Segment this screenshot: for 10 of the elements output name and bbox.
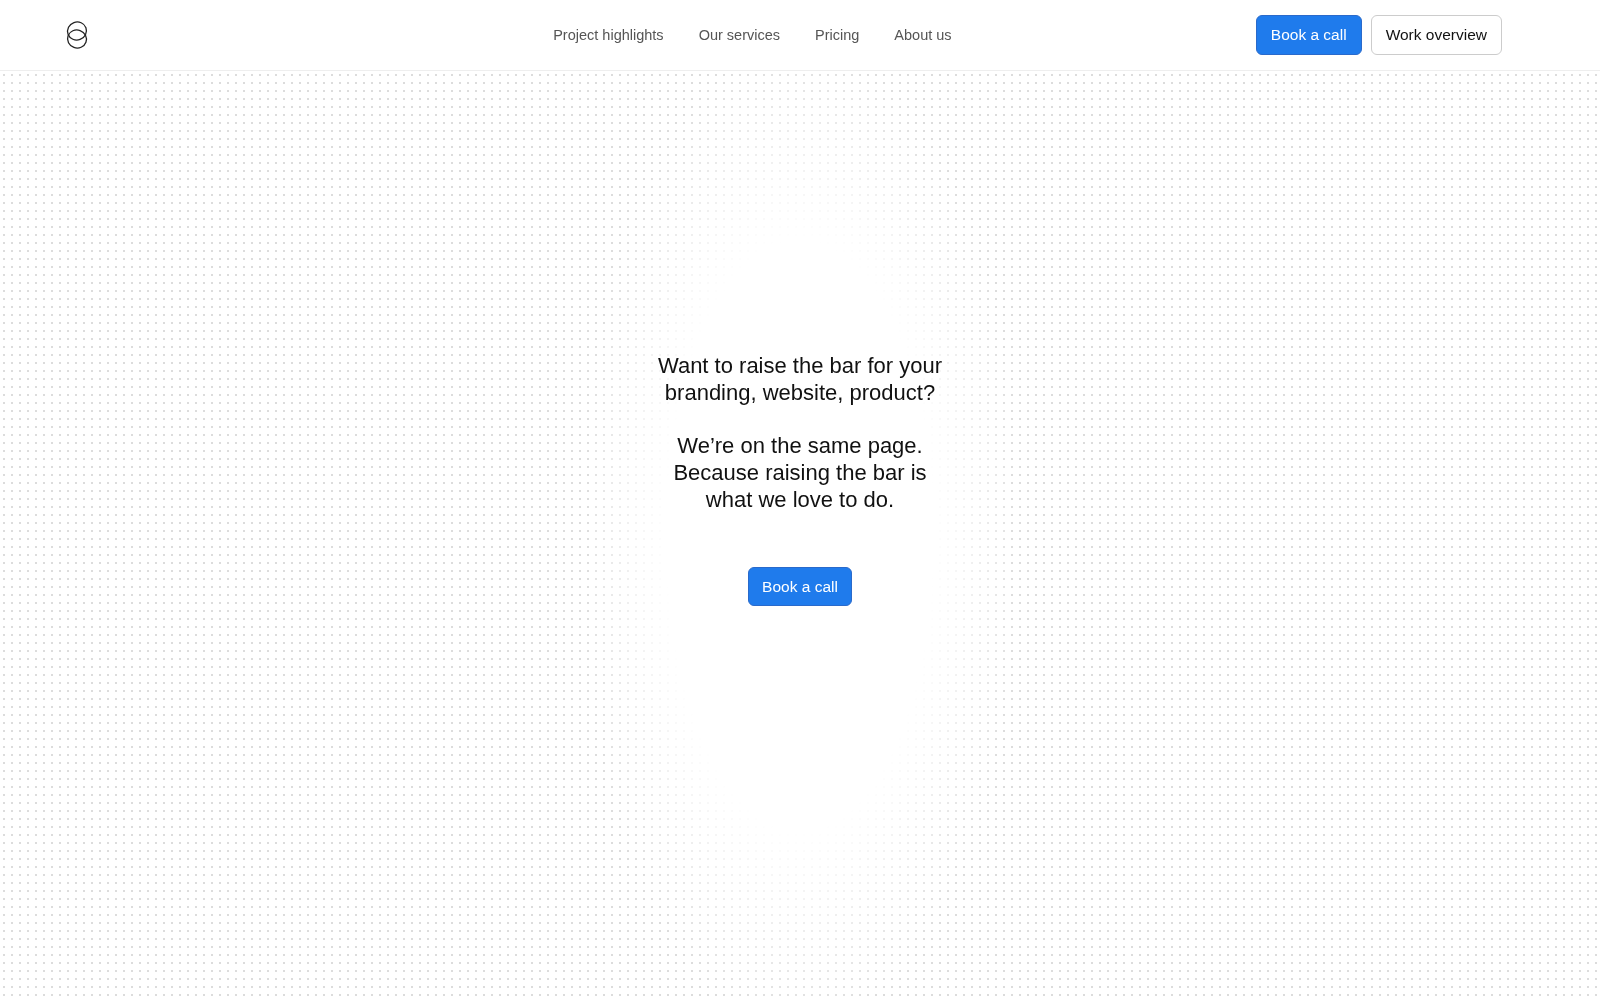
nav-link[interactable]: Our services (698, 27, 780, 43)
nav-link[interactable]: Pricing (815, 27, 860, 43)
hero-text: We’re on the same page. Because raising the bar is what we love to do. (672, 432, 928, 513)
book-call-button[interactable]: Book a call (748, 567, 852, 606)
nav-link[interactable]: Project highlights (553, 27, 664, 43)
work-overview-button[interactable]: Work overview (1370, 15, 1502, 55)
logo-icon[interactable] (65, 20, 89, 50)
nav-link[interactable]: About us (894, 27, 952, 43)
book-call-button[interactable]: Book a call (1255, 15, 1362, 55)
hero-text: Want to raise the bar for your branding, website, product? (656, 352, 944, 406)
